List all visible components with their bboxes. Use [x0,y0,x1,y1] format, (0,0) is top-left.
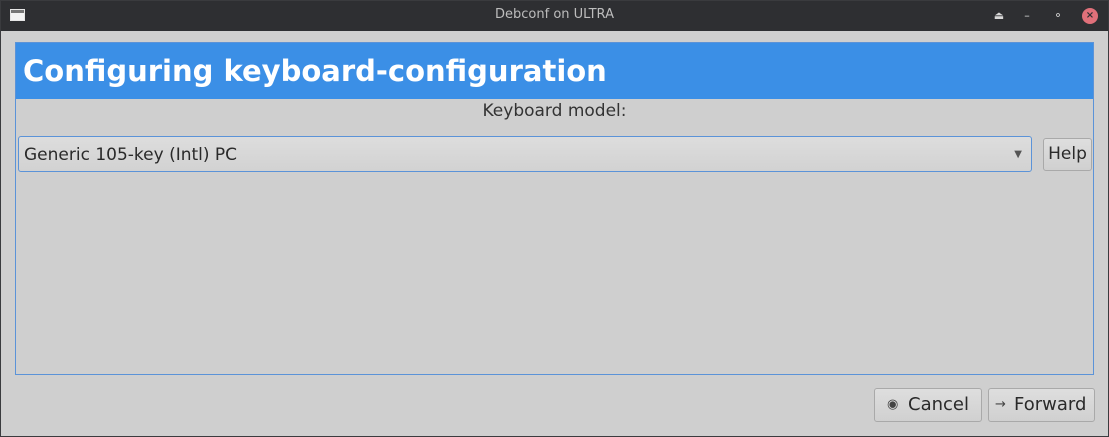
restore-icon[interactable]: ⚬ [1050,8,1066,24]
page-title: Configuring keyboard-configuration [23,54,607,88]
window-title: Debconf on ULTRA [495,7,614,22]
cancel-button[interactable]: ◉ Cancel [874,388,982,422]
help-button[interactable]: Help [1043,138,1092,171]
cancel-icon: ◉ [887,397,899,412]
question-label: Keyboard model: [482,101,627,121]
arrow-right-icon: → [995,397,1006,412]
banner: Configuring keyboard-configuration [16,43,1093,99]
forward-button[interactable]: → Forward [988,388,1095,422]
minimize-icon[interactable]: – [1019,8,1035,24]
debconf-window: Debconf on ULTRA ⏏ – ⚬ × Configuring key… [0,0,1109,437]
title-bar: Debconf on ULTRA ⏏ – ⚬ × [1,1,1108,31]
keep-above-icon[interactable]: ⏏ [991,8,1007,24]
forward-label: Forward [1014,394,1087,415]
question-panel: Configuring keyboard-configuration Keybo… [15,42,1094,375]
close-icon[interactable]: × [1082,8,1098,24]
chevron-down-icon: ▼ [1014,149,1022,160]
cancel-label: Cancel [908,394,969,415]
keyboard-model-select[interactable]: Generic 105-key (Intl) PC ▼ [18,136,1032,172]
selected-value: Generic 105-key (Intl) PC [24,145,238,165]
